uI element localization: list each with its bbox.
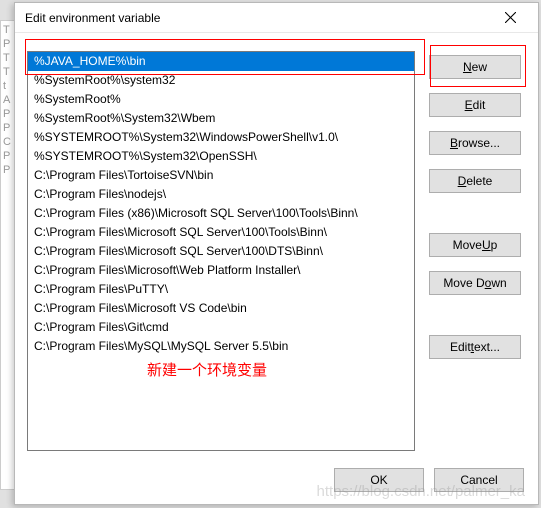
- titlebar: Edit environment variable: [15, 3, 538, 33]
- path-list-item[interactable]: C:\Program Files\MySQL\MySQL Server 5.5\…: [28, 337, 414, 356]
- dialog-footer: OK Cancel: [334, 468, 524, 492]
- button-column: New Edit Browse... Delete Move Up Move D…: [429, 47, 521, 447]
- close-icon: [505, 12, 516, 23]
- edit-text-button[interactable]: Edit text...: [429, 335, 521, 359]
- dialog-content: %JAVA_HOME%\bin%SystemRoot%\system32%Sys…: [15, 33, 538, 504]
- new-button[interactable]: New: [429, 55, 521, 79]
- path-list-item[interactable]: C:\Program Files\Microsoft VS Code\bin: [28, 299, 414, 318]
- close-button[interactable]: [490, 4, 530, 32]
- move-down-button[interactable]: Move Down: [429, 271, 521, 295]
- path-list-item[interactable]: %SYSTEMROOT%\System32\WindowsPowerShell\…: [28, 128, 414, 147]
- path-list-item[interactable]: C:\Program Files\PuTTY\: [28, 280, 414, 299]
- path-list-item[interactable]: C:\Program Files\Git\cmd: [28, 318, 414, 337]
- path-list-item[interactable]: C:\Program Files (x86)\Microsoft SQL Ser…: [28, 204, 414, 223]
- move-up-button[interactable]: Move Up: [429, 233, 521, 257]
- edit-button[interactable]: Edit: [429, 93, 521, 117]
- main-row: %JAVA_HOME%\bin%SystemRoot%\system32%Sys…: [27, 47, 526, 447]
- path-list-item[interactable]: C:\Program Files\TortoiseSVN\bin: [28, 166, 414, 185]
- path-list-item[interactable]: C:\Program Files\Microsoft SQL Server\10…: [28, 242, 414, 261]
- path-listbox[interactable]: %JAVA_HOME%\bin%SystemRoot%\system32%Sys…: [27, 51, 415, 451]
- browse-button[interactable]: Browse...: [429, 131, 521, 155]
- path-list-item[interactable]: %SystemRoot%: [28, 90, 414, 109]
- cancel-button[interactable]: Cancel: [434, 468, 524, 492]
- path-list-item[interactable]: %SystemRoot%\system32: [28, 71, 414, 90]
- path-list-item[interactable]: %JAVA_HOME%\bin: [28, 52, 414, 71]
- path-list-item[interactable]: %SystemRoot%\System32\Wbem: [28, 109, 414, 128]
- edit-env-var-dialog: Edit environment variable %JAVA_HOME%\bi…: [14, 2, 539, 505]
- path-list-item[interactable]: %SYSTEMROOT%\System32\OpenSSH\: [28, 147, 414, 166]
- delete-button[interactable]: Delete: [429, 169, 521, 193]
- path-list-item[interactable]: C:\Program Files\Microsoft SQL Server\10…: [28, 223, 414, 242]
- path-list-item[interactable]: C:\Program Files\nodejs\: [28, 185, 414, 204]
- dialog-title: Edit environment variable: [25, 11, 160, 25]
- ok-button[interactable]: OK: [334, 468, 424, 492]
- annotation-text: 新建一个环境变量: [147, 359, 526, 380]
- path-list-item[interactable]: C:\Program Files\Microsoft\Web Platform …: [28, 261, 414, 280]
